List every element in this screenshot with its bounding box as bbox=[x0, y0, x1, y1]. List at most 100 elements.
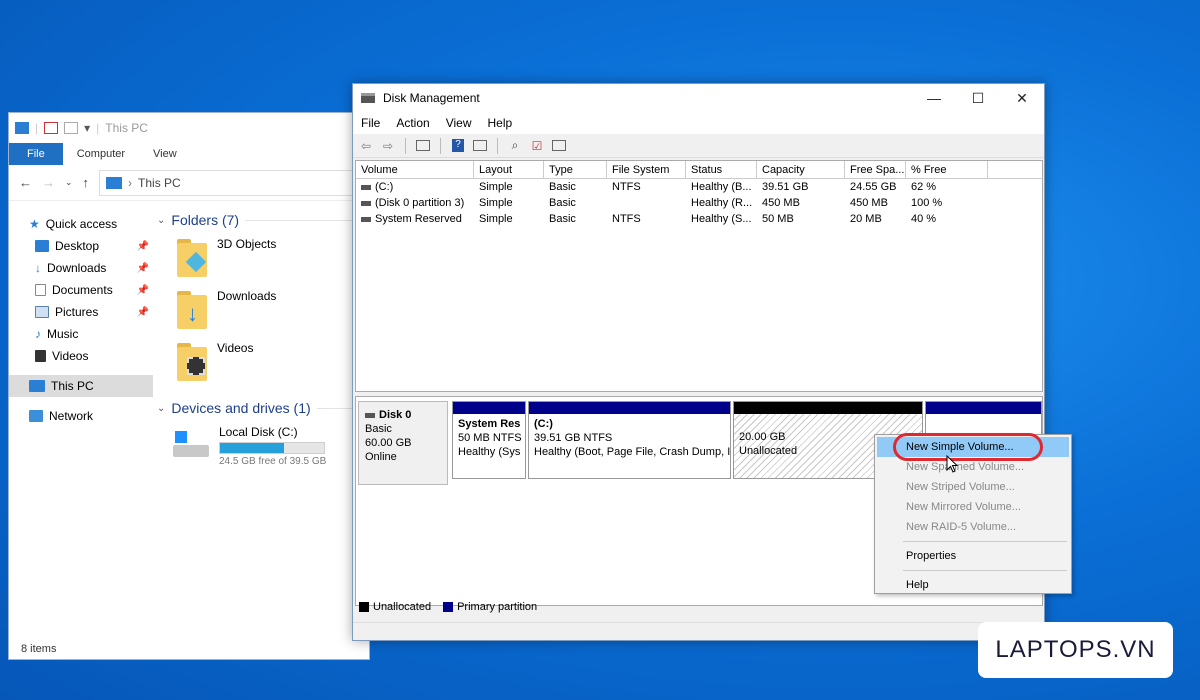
close-button[interactable]: ✕ bbox=[1000, 84, 1044, 112]
new-folder-icon[interactable] bbox=[64, 122, 79, 134]
col-type[interactable]: Type bbox=[544, 161, 607, 178]
sidebar-item-label: Pictures bbox=[55, 305, 99, 319]
col-percent-free[interactable]: % Free bbox=[906, 161, 988, 178]
sidebar-item-network[interactable]: Network bbox=[9, 405, 153, 427]
properties-icon[interactable] bbox=[550, 138, 568, 154]
console-tree-icon[interactable] bbox=[414, 138, 432, 154]
col-free-space[interactable]: Free Spa... bbox=[845, 161, 906, 178]
sidebar-item-music[interactable]: ♪ Music bbox=[9, 323, 153, 345]
back-arrow-icon[interactable]: ⇦ bbox=[357, 138, 375, 154]
menu-item-new-raid5-volume: New RAID-5 Volume... bbox=[906, 521, 1017, 533]
folders-group-header[interactable]: ⌄ Folders (7) bbox=[157, 209, 369, 231]
group-title: Folders (7) bbox=[171, 212, 240, 228]
menu-file[interactable]: File bbox=[353, 116, 388, 130]
sidebar-item-this-pc[interactable]: This PC bbox=[9, 375, 153, 397]
breadcrumb-chevron-icon[interactable]: › bbox=[128, 176, 132, 190]
col-file-system[interactable]: File System bbox=[607, 161, 686, 178]
drive-icon bbox=[171, 425, 211, 461]
volume-cell: Healthy (S... bbox=[691, 213, 752, 225]
recent-dropdown-icon[interactable]: ⌄ bbox=[65, 177, 73, 188]
folder-item-downloads[interactable]: ↓ Downloads bbox=[157, 289, 369, 341]
volume-cell: 62 % bbox=[911, 181, 937, 193]
forward-arrow-icon[interactable]: ⇨ bbox=[379, 138, 397, 154]
check-icon[interactable]: ☑ bbox=[528, 138, 546, 154]
disk-0-label[interactable]: Disk 0 Basic 60.00 GB Online bbox=[358, 401, 448, 485]
sidebar-item-label: Documents bbox=[52, 283, 113, 297]
menu-item-new-striped-volume: New Striped Volume... bbox=[906, 481, 1015, 493]
mouse-cursor-icon bbox=[946, 455, 959, 473]
forward-arrow-icon[interactable]: → bbox=[42, 175, 55, 190]
volume-row[interactable]: (C:) Simple Basic NTFS Healthy (B... 39.51 GB… bbox=[356, 179, 1042, 195]
tab-computer[interactable]: Computer bbox=[63, 143, 139, 165]
menu-item-help[interactable]: Help bbox=[875, 575, 1071, 595]
folder-item-videos[interactable]: Videos bbox=[157, 341, 369, 393]
sidebar-item-label: Quick access bbox=[45, 217, 118, 231]
sidebar-item-documents[interactable]: Documents 📌 bbox=[9, 279, 153, 301]
pin-icon: 📌 bbox=[136, 262, 149, 274]
devices-group-header[interactable]: ⌄ Devices and drives (1) bbox=[157, 397, 369, 419]
partition-system-reserved[interactable]: System Res 50 MB NTFS Healthy (Sys bbox=[452, 401, 526, 479]
connect-icon[interactable]: ⌕ bbox=[506, 138, 524, 154]
menu-action[interactable]: Action bbox=[388, 116, 437, 130]
col-capacity[interactable]: Capacity bbox=[757, 161, 845, 178]
sidebar-item-pictures[interactable]: Pictures 📌 bbox=[9, 301, 153, 323]
sidebar-item-label: Downloads bbox=[47, 261, 107, 275]
disk-type: Basic bbox=[365, 423, 392, 435]
maximize-button[interactable]: ☐ bbox=[956, 84, 1000, 112]
volume-cell: NTFS bbox=[612, 181, 641, 193]
tab-view[interactable]: View bbox=[139, 143, 191, 165]
minimize-button[interactable]: — bbox=[912, 84, 956, 112]
partition-status: Healthy (Sys bbox=[458, 446, 521, 458]
drive-free-text: 24.5 GB free of 39.5 GB bbox=[219, 456, 327, 467]
menu-help[interactable]: Help bbox=[480, 116, 521, 130]
volume-row[interactable]: (Disk 0 partition 3) Simple Basic Healthy (… bbox=[356, 195, 1042, 211]
drive-item-local-disk-c[interactable]: Local Disk (C:) 24.5 GB free of 39.5 GB bbox=[157, 425, 369, 467]
pin-icon: 📌 bbox=[136, 306, 149, 318]
volume-list: Volume Layout Type File System Status Ca… bbox=[355, 160, 1043, 392]
volume-cell: Simple bbox=[479, 213, 513, 225]
sidebar-item-desktop[interactable]: Desktop 📌 bbox=[9, 235, 153, 257]
folder-item-3d-objects[interactable]: 3D Objects bbox=[157, 237, 369, 289]
col-layout[interactable]: Layout bbox=[474, 161, 544, 178]
sidebar-item-downloads[interactable]: ↓ Downloads 📌 bbox=[9, 257, 153, 279]
volume-cell: 50 MB bbox=[762, 213, 794, 225]
dm-titlebar: Disk Management — ☐ ✕ bbox=[353, 84, 1044, 112]
legend-unallocated: Unallocated bbox=[359, 601, 431, 613]
tab-file[interactable]: File bbox=[9, 143, 63, 165]
disk-size: 60.00 GB bbox=[365, 437, 412, 449]
col-status[interactable]: Status bbox=[686, 161, 757, 178]
volume-cell: Basic bbox=[549, 181, 576, 193]
volume-cell: 39.51 GB bbox=[762, 181, 809, 193]
partition-c[interactable]: (C:) 39.51 GB NTFS Healthy (Boot, Page F… bbox=[528, 401, 731, 479]
up-arrow-icon[interactable]: ↑ bbox=[83, 175, 90, 190]
drive-usage-bar bbox=[219, 442, 325, 454]
sidebar-item-videos[interactable]: Videos bbox=[9, 345, 153, 367]
volume-cell: Basic bbox=[549, 197, 576, 209]
address-bar[interactable]: › This PC bbox=[99, 169, 360, 196]
quick-access-dropdown-icon[interactable]: ▾ bbox=[84, 121, 90, 135]
partition-status: Healthy (Boot, Page File, Crash Dump, I bbox=[534, 446, 730, 458]
volume-icon bbox=[361, 184, 371, 190]
col-volume[interactable]: Volume bbox=[356, 161, 474, 178]
videos-icon bbox=[35, 350, 46, 362]
list-view-icon[interactable] bbox=[471, 138, 489, 154]
address-text: This PC bbox=[138, 175, 181, 190]
back-arrow-icon[interactable]: ← bbox=[19, 175, 32, 190]
window-title: Disk Management bbox=[383, 91, 480, 105]
folder-label: 3D Objects bbox=[217, 237, 277, 251]
file-explorer-window: | ▾ | This PC File Computer View ← → ⌄ ↑… bbox=[8, 112, 370, 660]
menu-item-properties[interactable]: Properties bbox=[875, 546, 1071, 566]
help-icon[interactable]: ? bbox=[449, 138, 467, 154]
pictures-icon bbox=[35, 306, 49, 318]
volume-row[interactable]: System Reserved Simple Basic NTFS Healthy (S… bbox=[356, 211, 1042, 227]
volume-cell: 100 % bbox=[911, 197, 943, 209]
explorer-titlebar: | ▾ | This PC bbox=[9, 113, 369, 143]
pin-icon: 📌 bbox=[136, 284, 149, 296]
volume-cell: (Disk 0 partition 3) bbox=[356, 197, 474, 209]
sidebar-item-quick-access[interactable]: ★ Quick access bbox=[9, 213, 153, 235]
volume-cell: System Reserved bbox=[356, 213, 474, 225]
partition-size: 39.51 GB NTFS bbox=[534, 432, 613, 444]
menu-view[interactable]: View bbox=[438, 116, 480, 130]
properties-icon[interactable] bbox=[44, 122, 59, 134]
volume-icon bbox=[361, 216, 371, 222]
